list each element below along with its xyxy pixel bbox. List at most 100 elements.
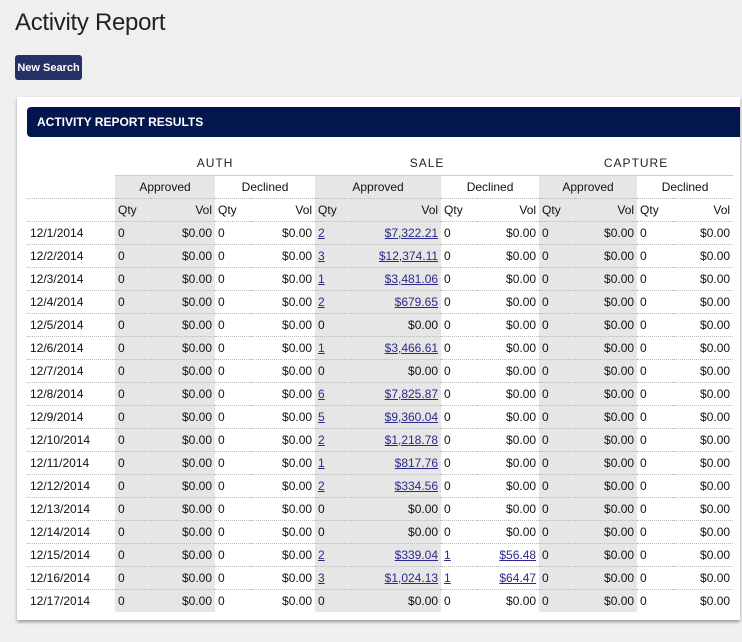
capture-approved-header: Approved — [539, 175, 638, 199]
vol-cell: $0.00 — [477, 221, 540, 245]
vol-cell: $0.00 — [575, 267, 638, 291]
qty-cell: 0 — [115, 428, 151, 452]
table-row: 12/9/2014 0 $0.00 0 $0.00 5 $9,360.04 0 $0.00 0 $0… — [27, 405, 734, 429]
qty-cell: 0 — [215, 313, 251, 337]
vol-cell: $817.76 — [351, 451, 442, 475]
vol-link[interactable]: $1,024.13 — [385, 571, 438, 585]
qty-link[interactable]: 3 — [318, 571, 325, 585]
qty-link[interactable]: 1 — [444, 548, 451, 562]
vol-cell: $0.00 — [282, 594, 313, 608]
table-body: 12/1/2014 0 $0.00 0 $0.00 2 $7,322.21 0 $0.00 0 $0… — [27, 221, 734, 612]
qty-cell: 0 — [539, 290, 576, 314]
vol-cell: $0.00 — [575, 543, 638, 567]
qty-cell: 0 — [441, 290, 478, 314]
vol-header: Vol — [351, 198, 442, 222]
empty-header — [27, 175, 115, 199]
qty-cell: 0 — [539, 382, 576, 406]
qty-link[interactable]: 2 — [318, 226, 325, 240]
qty-cell: 0 — [539, 244, 576, 268]
qty-link[interactable]: 3 — [318, 249, 325, 263]
vol-link[interactable]: $339.04 — [395, 548, 438, 562]
vol-header: Vol — [251, 198, 316, 222]
vol-cell: $3,481.06 — [351, 267, 442, 291]
qty-cell: 2 — [315, 543, 352, 567]
vol-cell: $0.00 — [575, 566, 638, 590]
vol-cell: $0.00 — [251, 497, 316, 521]
vol-cell: $0.00 — [673, 382, 734, 406]
results-header: ACTIVITY REPORT RESULTS — [27, 107, 740, 137]
qty-cell: 0 — [115, 543, 151, 567]
qty-link[interactable]: 6 — [318, 387, 325, 401]
qty-link[interactable]: 2 — [318, 433, 325, 447]
table-row: 12/7/2014 0 $0.00 0 $0.00 0 $0.00 0 $0.00 0 $0.00 0… — [27, 359, 734, 383]
group-capture: CAPTURE — [603, 156, 669, 170]
qty-cell: 0 — [315, 589, 352, 612]
vol-cell: $0.00 — [251, 405, 316, 429]
qty-link[interactable]: 2 — [318, 295, 325, 309]
qty-link[interactable]: 1 — [318, 272, 325, 286]
vol-cell: $0.00 — [477, 405, 540, 429]
page-title: Activity Report — [15, 9, 166, 36]
vol-cell: $0.00 — [575, 359, 638, 383]
vol-link[interactable]: $334.56 — [395, 479, 438, 493]
qty-cell: 0 — [539, 566, 576, 590]
vol-link[interactable]: $9,360.04 — [385, 410, 438, 424]
table-row: 12/2/2014 0 $0.00 0 $0.00 3 $12,374.11 0 $0.00 0 $… — [27, 244, 734, 268]
qty-link[interactable]: 1 — [318, 341, 325, 355]
vol-link[interactable]: $7,825.87 — [385, 387, 438, 401]
qty-cell: 0 — [637, 428, 674, 452]
vol-cell: $0.00 — [477, 520, 540, 544]
qty-cell: 0 — [215, 290, 251, 314]
date-cell: 12/16/2014 — [27, 566, 115, 590]
date-cell: 12/11/2014 — [27, 451, 115, 475]
vol-cell: $0.00 — [673, 428, 734, 452]
vol-link[interactable]: $817.76 — [395, 456, 438, 470]
vol-cell: $7,825.87 — [351, 382, 442, 406]
vol-cell: $7,322.21 — [351, 221, 442, 245]
qty-cell: 0 — [441, 405, 478, 429]
vol-cell: $0.00 — [151, 359, 215, 383]
vol-link[interactable]: $7,322.21 — [385, 226, 438, 240]
vol-cell: $0.00 — [251, 336, 316, 360]
qty-cell: 0 — [218, 594, 225, 608]
table-row: 12/17/2014 0 $0.00 0 $0.00 0 $0.00 0 $0.00 0 $0.00… — [27, 589, 733, 612]
qty-cell: 0 — [441, 336, 478, 360]
qty-link[interactable]: 1 — [318, 456, 325, 470]
vol-link[interactable]: $3,466.61 — [385, 341, 438, 355]
vol-cell: $0.00 — [477, 290, 540, 314]
vol-link[interactable]: $3,481.06 — [385, 272, 438, 286]
table-row: 12/6/2014 0 $0.00 0 $0.00 1 $3,466.61 0 $0.00 0 $0… — [27, 336, 734, 360]
qty-cell: 0 — [315, 359, 352, 383]
qty-cell: 0 — [115, 313, 151, 337]
vol-link[interactable]: $56.48 — [499, 548, 536, 562]
vol-link[interactable]: $1,218.78 — [385, 433, 438, 447]
vol-cell: $0.00 — [151, 244, 215, 268]
table-row: 12/15/2014 0 $0.00 0 $0.00 2 $339.04 1 $56.48 0 $0… — [27, 543, 734, 567]
qty-cell: 0 — [115, 221, 151, 245]
qty-cell: 3 — [315, 566, 352, 590]
qty-link[interactable]: 2 — [318, 548, 325, 562]
vol-cell: $0.00 — [351, 359, 442, 383]
vol-link[interactable]: $679.65 — [395, 295, 438, 309]
date-cell: 12/4/2014 — [27, 290, 115, 314]
vol-header: Vol — [477, 198, 540, 222]
vol-cell: $0.00 — [575, 520, 638, 544]
date-cell: 12/14/2014 — [27, 520, 115, 544]
capture-declined-header: Declined — [637, 175, 734, 199]
qty-cell: 0 — [215, 474, 251, 498]
vol-link[interactable]: $12,374.11 — [379, 249, 438, 263]
new-search-button[interactable]: New Search — [15, 55, 82, 80]
vol-link[interactable]: $64.47 — [499, 571, 536, 585]
vol-cell: $0.00 — [673, 290, 734, 314]
vol-cell: $0.00 — [251, 290, 316, 314]
qty-link[interactable]: 2 — [318, 479, 325, 493]
qty-link[interactable]: 1 — [444, 571, 451, 585]
qty-header: Qty — [539, 198, 576, 222]
vol-cell: $0.00 — [506, 594, 537, 608]
qty-link[interactable]: 5 — [318, 410, 325, 424]
qty-cell: 2 — [315, 221, 352, 245]
qty-cell: 0 — [215, 566, 251, 590]
qty-cell: 0 — [441, 244, 478, 268]
vol-cell: $0.00 — [251, 543, 316, 567]
vol-cell: $0.00 — [673, 244, 734, 268]
